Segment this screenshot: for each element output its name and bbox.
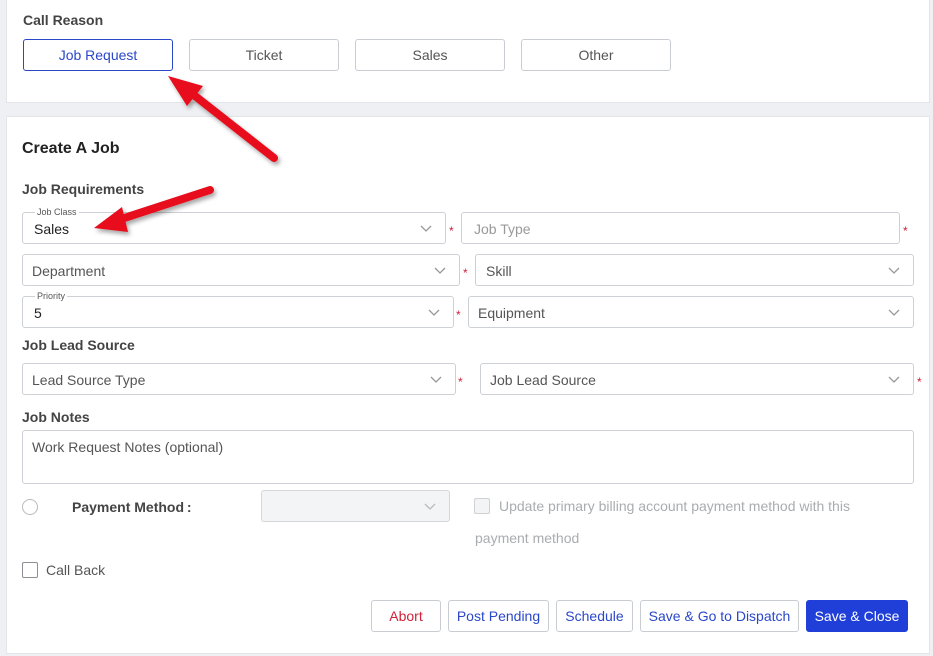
- chevron-down-icon: [428, 309, 440, 316]
- required-mark: *: [463, 266, 468, 280]
- call-reason-card: Call Reason Job Request Ticket Sales Oth…: [6, 0, 930, 103]
- chevron-down-icon: [434, 267, 446, 274]
- save-close-button[interactable]: Save & Close: [806, 600, 908, 632]
- priority-label: Priority: [35, 291, 68, 301]
- abort-button[interactable]: Abort: [371, 600, 441, 632]
- chevron-down-icon: [430, 376, 442, 383]
- job-class-select[interactable]: Job Class Sales: [22, 207, 446, 244]
- priority-value: 5: [34, 305, 42, 321]
- sales-button[interactable]: Sales: [355, 39, 505, 71]
- chevron-down-icon: [420, 225, 432, 232]
- equipment-select[interactable]: Equipment: [468, 296, 914, 328]
- job-lead-source-heading: Job Lead Source: [22, 337, 135, 353]
- chevron-down-icon: [424, 503, 436, 510]
- payment-method-radio[interactable]: [22, 499, 38, 515]
- lead-source-type-placeholder: Lead Source Type: [32, 372, 146, 388]
- ticket-button[interactable]: Ticket: [189, 39, 339, 71]
- update-billing-label: Update primary billing account payment m…: [475, 498, 850, 546]
- chevron-down-icon: [888, 309, 900, 316]
- job-class-value: Sales: [34, 221, 70, 237]
- department-placeholder: Department: [32, 263, 106, 279]
- lead-source-type-select[interactable]: Lead Source Type: [22, 363, 456, 395]
- skill-select[interactable]: Skill: [475, 254, 914, 286]
- required-mark: *: [449, 224, 454, 238]
- chevron-down-icon: [888, 267, 900, 274]
- chevron-down-icon: [888, 376, 900, 383]
- department-select[interactable]: Department: [22, 254, 460, 286]
- post-pending-button[interactable]: Post Pending: [448, 600, 549, 632]
- job-lead-source-placeholder: Job Lead Source: [490, 372, 596, 388]
- create-job-title: Create A Job: [22, 140, 120, 157]
- skill-placeholder: Skill: [486, 263, 512, 279]
- job-requirements-heading: Job Requirements: [22, 181, 145, 197]
- schedule-button[interactable]: Schedule: [556, 600, 633, 632]
- required-mark: *: [458, 375, 463, 389]
- job-request-button[interactable]: Job Request: [23, 39, 173, 71]
- job-lead-source-select[interactable]: Job Lead Source: [480, 363, 914, 395]
- job-notes-textarea[interactable]: Work Request Notes (optional): [22, 430, 914, 484]
- equipment-placeholder: Equipment: [478, 305, 545, 321]
- other-button[interactable]: Other: [521, 39, 671, 71]
- job-notes-placeholder: Work Request Notes (optional): [32, 439, 224, 455]
- job-type-placeholder: Job Type: [474, 221, 531, 237]
- call-back-label: Call Back: [46, 562, 106, 578]
- call-reason-heading: Call Reason: [23, 12, 104, 28]
- job-type-input[interactable]: Job Type: [461, 212, 900, 244]
- call-back-checkbox[interactable]: [22, 562, 38, 578]
- payment-method-select[interactable]: [261, 490, 450, 522]
- priority-select[interactable]: Priority 5: [22, 291, 454, 328]
- save-go-dispatch-button[interactable]: Save & Go to Dispatch: [640, 600, 799, 632]
- job-class-label: Job Class: [35, 207, 79, 217]
- payment-method-label: Payment Method :: [72, 499, 192, 515]
- job-notes-heading: Job Notes: [22, 409, 90, 425]
- required-mark: *: [456, 308, 461, 322]
- required-mark: *: [903, 224, 908, 238]
- required-mark: *: [917, 375, 922, 389]
